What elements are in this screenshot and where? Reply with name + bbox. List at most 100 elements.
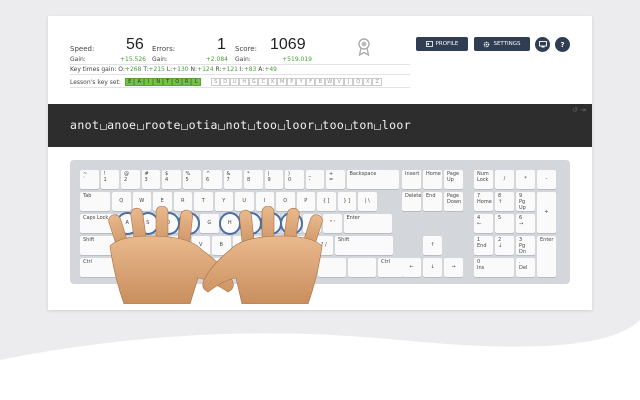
- key-num-minus[interactable]: -: [537, 170, 556, 189]
- key-2[interactable]: @ 2: [121, 170, 140, 189]
- key-7-label: & 7: [226, 171, 231, 183]
- key-num-8[interactable]: 8 ↑: [495, 192, 514, 211]
- display-button[interactable]: [535, 37, 550, 52]
- speed-value: 56: [126, 36, 144, 53]
- key-5[interactable]: % 5: [182, 170, 201, 189]
- lesson-key-inactive: M: [277, 78, 287, 86]
- key-}[interactable]: } ]: [337, 192, 356, 211]
- exercise-word: anoe: [107, 118, 137, 132]
- key-win-right[interactable]: [348, 258, 376, 277]
- key-`[interactable]: ~ `: [80, 170, 99, 189]
- key-arrow-down[interactable]: ↓: [423, 258, 442, 277]
- key-arrow-up[interactable]: ↑: [423, 236, 442, 255]
- key-p-label: P: [304, 197, 308, 204]
- key-num-sub: Del: [519, 264, 528, 271]
- key-4[interactable]: $ 4: [162, 170, 181, 189]
- key-backspace[interactable]: Backspace: [346, 170, 399, 189]
- key-|[interactable]: | \: [358, 192, 377, 211]
- exercise-word: too: [255, 118, 278, 132]
- key-6[interactable]: ^ 6: [203, 170, 222, 189]
- exercise-word: anot: [70, 118, 100, 132]
- key-num-2[interactable]: 2 ↓: [495, 236, 514, 255]
- key-num-plus[interactable]: +: [537, 192, 556, 233]
- key-time-gain: +124: [197, 66, 214, 73]
- key-num-dot[interactable]: . Del: [516, 258, 535, 277]
- key-num-slash[interactable]: /: [495, 170, 514, 189]
- key-num-sub: Home: [477, 198, 492, 205]
- settings-button[interactable]: SETTINGS: [474, 37, 530, 51]
- space-marker: [99, 124, 107, 130]
- key-num-7[interactable]: 7 Home: [474, 192, 493, 211]
- key-enter[interactable]: Enter: [343, 214, 392, 233]
- lesson-key-active: E: [124, 78, 135, 86]
- lesson-key-inactive: Y: [296, 78, 306, 86]
- key-num-sub: ↓: [498, 242, 503, 249]
- key-7[interactable]: & 7: [223, 170, 242, 189]
- key-times-gain: Key times gain: O:+268 T:+215 L:+130 N:+…: [70, 66, 277, 73]
- key-3[interactable]: # 3: [141, 170, 160, 189]
- lesson-key-active: A: [134, 78, 144, 86]
- exercise-word: too: [322, 118, 345, 132]
- key-5-label: % 5: [185, 171, 191, 183]
- key-num-sub: Ins: [477, 264, 485, 271]
- settings-label: SETTINGS: [493, 41, 521, 47]
- divider: [70, 74, 410, 75]
- key-page-down[interactable]: Page Down: [444, 192, 463, 211]
- background-wave: [0, 320, 640, 400]
- lesson-key-active: N: [153, 78, 163, 86]
- restart-icon[interactable]: ↺: [572, 106, 578, 114]
- key-num-4[interactable]: 4 ←: [474, 214, 493, 233]
- key-num-enter[interactable]: Enter: [537, 236, 556, 277]
- key-num-3[interactable]: 3 Pg Dn: [516, 236, 535, 255]
- space-marker: [181, 124, 189, 130]
- key-num-star[interactable]: *: [516, 170, 535, 189]
- key-num-0[interactable]: 0 Ins: [474, 258, 514, 277]
- key-4-label: $ 4: [165, 171, 169, 183]
- key-6-label: ^ 6: [206, 171, 211, 183]
- key-num-6[interactable]: 6 →: [516, 214, 535, 233]
- key-r-label: R: [181, 197, 185, 204]
- key-shift-right[interactable]: Shift: [335, 236, 393, 255]
- key-0[interactable]: ) 0: [285, 170, 304, 189]
- key-num-1[interactable]: 1 End: [474, 236, 493, 255]
- key-home[interactable]: Home: [423, 170, 442, 189]
- key-arrow-down-label: ↓: [430, 263, 435, 270]
- help-button[interactable]: ?: [555, 37, 570, 52]
- profile-button[interactable]: PROFILE: [416, 37, 468, 51]
- key-num-lock[interactable]: Num Lock: [474, 170, 493, 189]
- key-arrow-right[interactable]: →: [444, 258, 463, 277]
- lesson-key-inactive: S: [210, 78, 221, 86]
- key-end[interactable]: End: [423, 192, 442, 211]
- key-arrow-left[interactable]: ←: [402, 258, 421, 277]
- skip-icon[interactable]: ⇥: [580, 106, 586, 114]
- key-delete-label: Delete: [405, 193, 422, 199]
- key-num-5[interactable]: 5: [495, 214, 514, 233]
- key-9-label: ( 9: [267, 171, 271, 183]
- key-insert[interactable]: Insert: [402, 170, 421, 189]
- lesson-key-inactive: Z: [372, 78, 382, 86]
- exercise-text-panel[interactable]: anot anoe roote otia not too loor too ton loor: [48, 104, 592, 147]
- key--[interactable]: _ -: [305, 170, 324, 189]
- key-time-item: R:+121: [214, 66, 238, 73]
- key-num-sub: ←: [477, 220, 482, 227]
- lesson-key-inactive: K: [267, 78, 278, 86]
- lesson-key-active: L: [191, 78, 201, 86]
- key-1[interactable]: ! 1: [100, 170, 119, 189]
- lesson-key-inactive: F: [305, 78, 316, 86]
- key-o-label: O: [283, 197, 288, 204]
- space-marker: [314, 124, 322, 130]
- key-0-label: ) 0: [288, 171, 292, 183]
- key-9[interactable]: ( 9: [264, 170, 283, 189]
- lesson-key-active: T: [162, 78, 173, 86]
- key-num-sub: End: [477, 242, 487, 249]
- key-=[interactable]: + =: [326, 170, 345, 189]
- key-num-9[interactable]: 9 Pg Up: [516, 192, 535, 211]
- lesson-key-active: R: [181, 78, 192, 86]
- key-t-label: T: [201, 197, 205, 204]
- errors-gain: +2.084: [205, 56, 228, 63]
- speed-gain-label: Gain:: [70, 56, 86, 63]
- key-8[interactable]: * 8: [244, 170, 263, 189]
- speed-label: Speed:: [70, 45, 95, 53]
- key-delete[interactable]: Delete: [402, 192, 421, 211]
- key-page-up[interactable]: Page Up: [444, 170, 463, 189]
